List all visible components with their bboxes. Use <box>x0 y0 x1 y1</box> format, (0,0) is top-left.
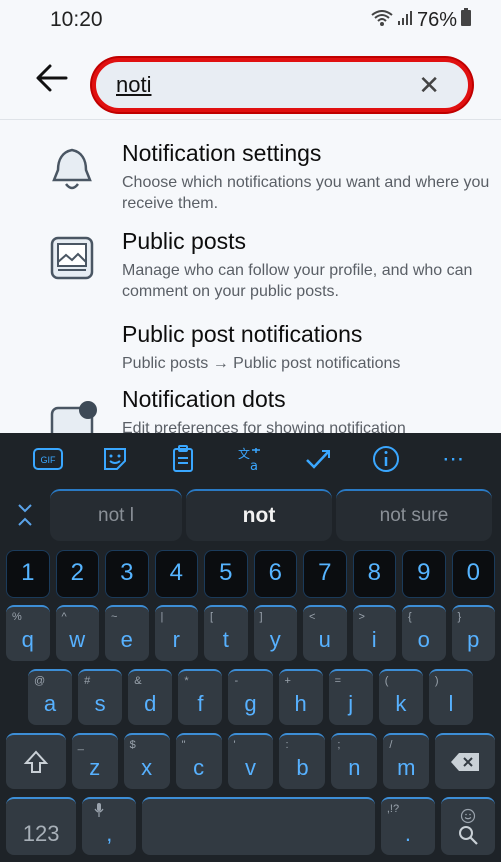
more-icon[interactable]: ⋯ <box>435 441 471 477</box>
back-arrow-icon[interactable] <box>34 60 74 100</box>
search-header: ✕ <box>0 40 501 120</box>
search-box[interactable]: ✕ <box>92 58 472 112</box>
translate-icon[interactable]: 文a <box>232 441 268 477</box>
key[interactable]: # s <box>78 669 123 725</box>
result-public-post-notifications[interactable]: Public post notifications Public posts →… <box>0 321 501 381</box>
status-time: 10:20 <box>50 8 103 31</box>
key[interactable]: 0 <box>451 550 495 598</box>
status-icons: 76% <box>371 8 471 32</box>
clipboard-icon[interactable] <box>165 441 201 477</box>
notification-dot-icon <box>48 398 98 433</box>
wifi-icon <box>371 9 393 32</box>
letter-row-1: % q ^ w ~ e | r [t ] y < u > i {o } p <box>0 605 501 661</box>
key[interactable]: ) l <box>428 669 473 725</box>
result-description: Public posts → Public post notifications <box>122 355 401 372</box>
emoji-icon <box>460 808 476 824</box>
svg-text:文: 文 <box>238 446 250 461</box>
sticker-icon[interactable] <box>97 441 133 477</box>
key[interactable]: :b <box>279 733 326 789</box>
key[interactable]: 8 <box>352 550 396 598</box>
backspace-key[interactable] <box>435 733 495 789</box>
suggestion-3[interactable]: not sure <box>336 489 492 541</box>
key[interactable]: 7 <box>303 550 347 598</box>
key[interactable]: (k <box>378 669 423 725</box>
key[interactable]: 2 <box>55 550 99 598</box>
search-key[interactable] <box>440 797 495 855</box>
key[interactable]: } p <box>451 605 495 661</box>
search-input[interactable] <box>116 70 396 100</box>
result-title: Notification settings <box>122 140 322 166</box>
key[interactable]: 9 <box>402 550 446 598</box>
key[interactable]: " c <box>175 733 222 789</box>
keyboard-toolbar: GIF 文a ⋯ <box>0 433 501 485</box>
key[interactable]: @ a <box>28 669 73 725</box>
key[interactable]: ; n <box>331 733 378 789</box>
key[interactable]: ' v <box>227 733 274 789</box>
suggestion-2[interactable]: not <box>186 489 332 541</box>
result-public-posts[interactable]: Public posts Manage who can follow your … <box>0 228 501 318</box>
result-notification-dots[interactable]: Notification dots Edit preferences for s… <box>0 386 501 433</box>
symbols-key[interactable]: 123 <box>6 797 77 855</box>
key[interactable]: {o <box>402 605 446 661</box>
battery-icon <box>461 8 471 32</box>
suggestion-1[interactable]: not l <box>50 489 182 541</box>
key[interactable]: < u <box>303 605 347 661</box>
key[interactable]: ] y <box>253 605 297 661</box>
collapse-icon[interactable] <box>0 489 50 541</box>
key[interactable]: ^ w <box>55 605 99 661</box>
key[interactable]: ~ e <box>105 605 149 661</box>
number-row: 1 2 3 4 5 6 7 8 9 0 <box>0 550 501 598</box>
status-bar: 10:20 76% <box>0 0 501 40</box>
image-icon <box>48 234 98 284</box>
key[interactable]: [t <box>204 605 248 661</box>
letter-row-3: _ z $ x " c ' v :b ; n / m <box>0 733 501 789</box>
signal-icon <box>397 9 413 32</box>
key[interactable]: * f <box>178 669 223 725</box>
gif-icon[interactable]: GIF <box>30 441 66 477</box>
result-title: Public post notifications <box>122 321 363 347</box>
result-title: Public posts <box>122 228 247 254</box>
result-description: Edit preferences for showing notificatio… <box>122 420 406 433</box>
key[interactable]: % q <box>6 605 50 661</box>
search-icon <box>458 826 478 845</box>
comma-key[interactable]: , <box>82 797 137 855</box>
result-description: Manage who can follow your profile, and … <box>122 262 473 300</box>
key[interactable]: 6 <box>253 550 297 598</box>
backspace-icon <box>451 753 480 771</box>
key[interactable]: 3 <box>105 550 149 598</box>
battery-percent: 76% <box>416 8 457 31</box>
key[interactable]: + h <box>278 669 323 725</box>
svg-text:a: a <box>250 459 258 473</box>
close-icon[interactable]: ✕ <box>418 72 440 98</box>
key[interactable]: | r <box>154 605 198 661</box>
letter-row-2: @ a # s & d * f -g + h = j (k ) l <box>0 669 501 725</box>
bell-icon <box>48 146 98 196</box>
info-icon[interactable] <box>368 441 404 477</box>
key[interactable]: -g <box>228 669 273 725</box>
gif-label: GIF <box>40 455 56 465</box>
key[interactable]: / m <box>383 733 430 789</box>
key[interactable]: > i <box>352 605 396 661</box>
mic-icon <box>94 803 104 820</box>
spellcheck-icon[interactable] <box>300 441 336 477</box>
shift-icon <box>23 750 49 773</box>
result-notification-settings[interactable]: Notification settings Choose which notif… <box>0 140 501 230</box>
search-results: Notification settings Choose which notif… <box>0 128 501 433</box>
result-title: Notification dots <box>122 386 286 412</box>
space-key[interactable] <box>142 797 375 855</box>
key[interactable]: 1 <box>6 550 50 598</box>
shift-key[interactable] <box>6 733 66 789</box>
suggestion-bar: not l not not sure <box>0 489 501 541</box>
key[interactable]: = j <box>328 669 373 725</box>
period-key[interactable]: ,!?. <box>380 797 435 855</box>
key[interactable]: $ x <box>123 733 170 789</box>
key[interactable]: _ z <box>71 733 118 789</box>
result-description: Choose which notifications you want and … <box>122 174 490 212</box>
key[interactable]: & d <box>128 669 173 725</box>
keyboard: GIF 文a ⋯ not l not not sure 1 2 3 4 5 6 … <box>0 433 501 862</box>
key[interactable]: 4 <box>154 550 198 598</box>
key[interactable]: 5 <box>204 550 248 598</box>
bottom-row: 123 , ,!?. <box>0 797 501 855</box>
